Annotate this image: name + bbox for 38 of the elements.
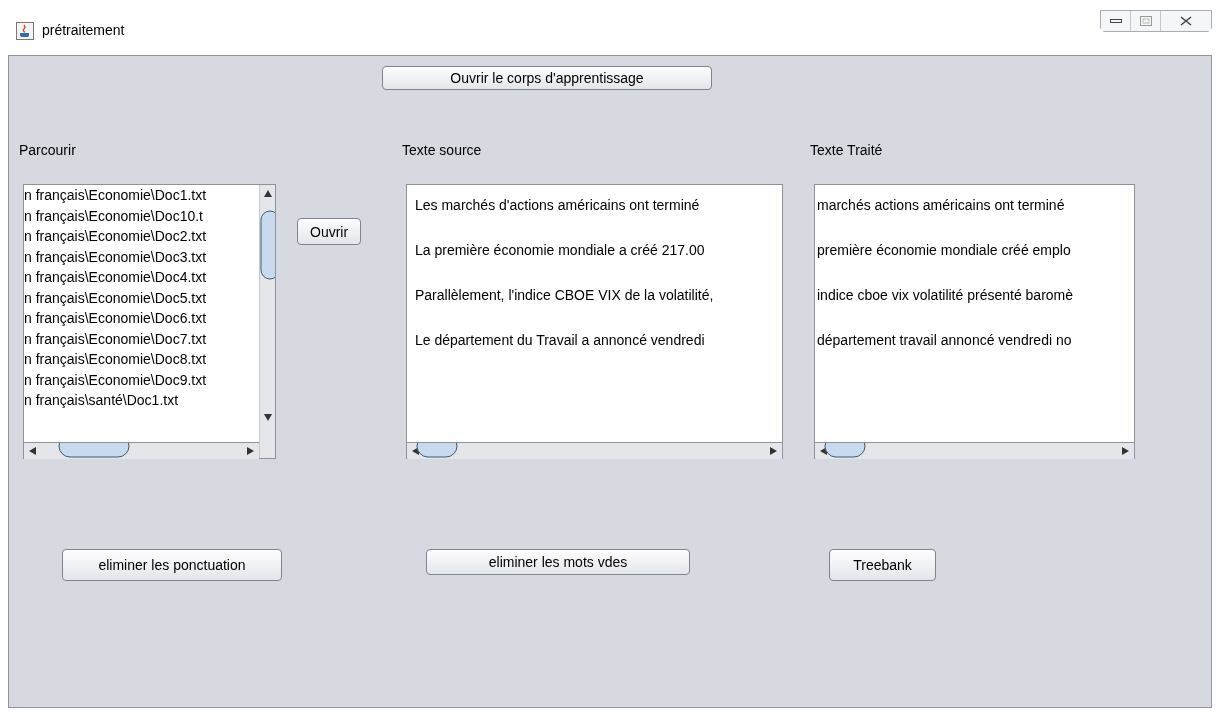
minimize-button[interactable] — [1101, 11, 1131, 31]
file-list-item[interactable]: n français\Economie\Doc5.txt — [24, 287, 259, 308]
remove-stopwords-button[interactable]: eliminer les mots vdes — [426, 549, 690, 575]
open-button[interactable]: Ouvrir — [297, 218, 362, 245]
text-line: Le département du Travail a annoncé vendredi — [415, 332, 706, 350]
window-title: prétraitement — [42, 22, 125, 38]
text-line: La première économie mondiale a créé 217.00 — [415, 242, 706, 260]
text-line: Parallèlement, l'indice CBOE VIX de la volatilité, — [415, 287, 715, 305]
coffee-cup-icon — [16, 22, 34, 40]
file-list-item[interactable]: n français\Economie\Doc10.t — [24, 205, 259, 226]
file-list-item[interactable]: n français\Economie\Doc1.txt — [24, 185, 259, 206]
text-line: première économie mondiale créé emplo — [817, 242, 1072, 260]
text-line: Les marchés d'actions américains ont terminé — [415, 197, 701, 215]
file-list-item[interactable]: n français\Economie\Doc9.txt — [24, 369, 259, 390]
open-corpus-button[interactable]: Ouvrir le corps d'apprentissage — [382, 66, 712, 90]
vertical-scrollbar[interactable] — [259, 185, 275, 458]
horizontal-scrollbar[interactable] — [24, 442, 259, 459]
file-list-item[interactable]: n français\Economie\Doc6.txt — [24, 308, 259, 329]
file-list-item[interactable]: n français\Economie\Doc3.txt — [24, 246, 259, 267]
file-list-item[interactable]: n français\santé\Doc1.txt — [24, 390, 259, 411]
file-list-item[interactable]: n français\Economie\Doc2.txt — [24, 226, 259, 247]
treebank-button[interactable]: Treebank — [829, 549, 936, 581]
close-icon — [1180, 16, 1192, 26]
remove-punctuation-button[interactable]: eliminer les ponctuation — [62, 549, 282, 581]
file-list-item[interactable]: n français\Economie\Doc7.txt — [24, 328, 259, 349]
horizontal-scrollbar[interactable] — [407, 442, 782, 459]
source-text-area[interactable]: Les marchés d'actions américains ont terminé La première économie mondiale a créé 217.00 Parallèlement, l'indice CBOE VIX de la volatilité, Le département du Travail a annoncé vendredi — [406, 184, 783, 459]
text-line: indice cboe vix volatilité présenté baromè — [817, 287, 1075, 305]
minimize-icon — [1109, 18, 1122, 24]
processed-text-area[interactable]: marchés actions américains ont terminé première économie mondiale créé emplo indice cboe vix volatilité présenté baromè département travail annoncé vendredi no — [814, 184, 1135, 459]
close-button[interactable] — [1161, 11, 1211, 31]
maximize-icon — [1139, 16, 1152, 26]
file-list-item[interactable]: n français\Economie\Doc8.txt — [24, 349, 259, 370]
file-list-item[interactable]: n français\Economie\Doc4.txt — [24, 267, 259, 288]
text-line: marchés actions américains ont terminé — [817, 197, 1066, 215]
processed-text-label: Texte Traité — [810, 142, 884, 160]
horizontal-scrollbar[interactable] — [815, 442, 1134, 459]
text-line: département travail annoncé vendredi no — [817, 332, 1073, 350]
